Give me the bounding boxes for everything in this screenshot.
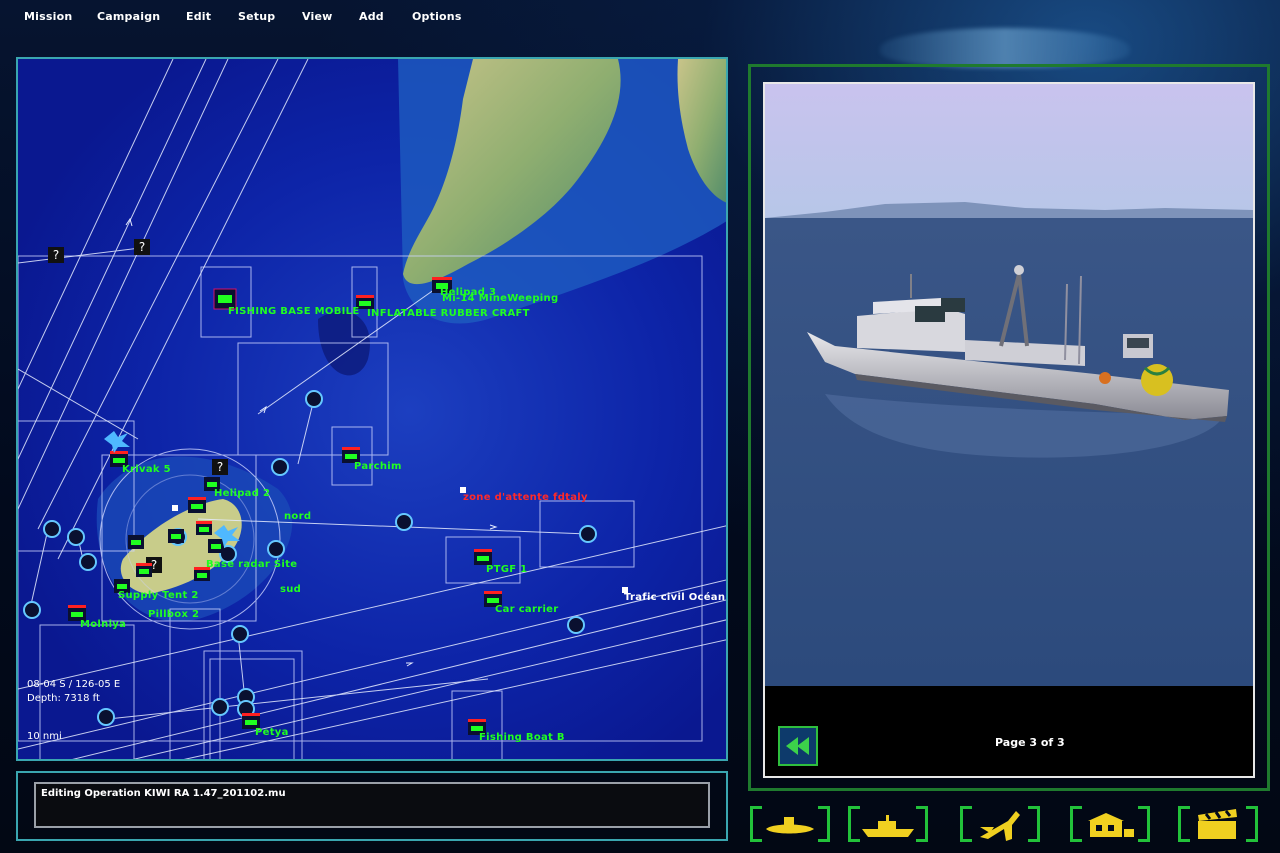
surface-ship-icon <box>862 815 914 837</box>
unit-label-helipad-2[interactable]: Helipad 2 <box>214 488 270 499</box>
unit-label-inflatable-rubber-craft[interactable]: INFLATABLE RUBBER CRAFT <box>367 308 530 319</box>
unit-label-nord[interactable]: nord <box>284 511 311 522</box>
unit-label-sud[interactable]: sud <box>280 584 301 595</box>
background-aircraft-art <box>880 28 1130 68</box>
menu-options[interactable]: Options <box>412 10 462 23</box>
bracket-left <box>848 806 860 842</box>
ship-render <box>765 84 1253 776</box>
unit-label-parchim[interactable]: Parchim <box>354 461 402 472</box>
menu-add[interactable]: Add <box>359 10 384 23</box>
map-canvas[interactable]: ? ? ? ? <box>18 59 728 761</box>
add-aircraft-button[interactable] <box>958 802 1042 848</box>
menu-bar: Mission Campaign Edit Setup View Add Opt… <box>0 0 1280 32</box>
menu-campaign[interactable]: Campaign <box>97 10 160 23</box>
rewind-icon <box>786 737 809 755</box>
game-editor-window: Mission Campaign Edit Setup View Add Opt… <box>0 0 1280 853</box>
bracket-left <box>750 806 762 842</box>
add-surface-ship-button[interactable] <box>846 802 930 848</box>
status-text: Editing Operation KIWI RA 1.47_201102.mu <box>41 788 286 799</box>
menu-edit[interactable]: Edit <box>186 10 211 23</box>
map-coordinates: 08-04 S / 126-05 E <box>27 679 121 690</box>
unit-label-fishing-base-mobile[interactable]: FISHING BASE MOBILE <box>228 306 359 317</box>
bracket-right <box>818 806 830 842</box>
unit-label-car-carrier[interactable]: Car carrier <box>495 604 558 615</box>
unit-label-pillbox-2[interactable]: Pillbox 2 <box>148 609 199 620</box>
add-land-unit-button[interactable] <box>1068 802 1152 848</box>
unit-label-supply-tent-2[interactable]: Supply Tent 2 <box>118 590 199 601</box>
unit-label-fishing-boat-b[interactable]: Fishing Boat B <box>479 732 565 743</box>
menu-setup[interactable]: Setup <box>238 10 275 23</box>
aircraft-icon <box>980 811 1020 841</box>
bracket-right <box>1138 806 1150 842</box>
bracket-right <box>1246 806 1258 842</box>
unit-label-molniya[interactable]: Molniya <box>80 619 126 630</box>
clapperboard-icon <box>1198 809 1237 839</box>
bracket-left <box>960 806 972 842</box>
mission-events-button[interactable] <box>1176 802 1260 848</box>
bracket-left <box>1178 806 1190 842</box>
zone-label-attente[interactable]: zone d'attente fdtaly <box>463 492 588 503</box>
menu-view[interactable]: View <box>302 10 333 23</box>
bracket-right <box>1028 806 1040 842</box>
unit-label-base-radar[interactable]: Base radar Site <box>206 559 297 570</box>
land-unit-icon <box>1088 813 1134 837</box>
map-depth: Depth: 7318 ft <box>27 693 100 704</box>
bracket-left <box>1070 806 1082 842</box>
route-label-trafic-civil[interactable]: Trafic civil Océan <box>624 592 725 603</box>
unit-label-mi14[interactable]: Mi-14 MineWeeping <box>442 293 558 304</box>
submarine-icon <box>766 817 814 834</box>
svg-text:?: ? <box>53 248 59 262</box>
unit-label-krivak-5[interactable]: Krivak 5 <box>122 464 171 475</box>
unit-preview <box>763 82 1255 778</box>
tactical-map[interactable]: ? ? ? ? Helipad 3 Mi-14 MineWeeping FISH… <box>16 57 728 761</box>
svg-text:?: ? <box>217 460 223 474</box>
menu-mission[interactable]: Mission <box>24 10 72 23</box>
page-indicator: Page 3 of 3 <box>995 736 1065 749</box>
map-scale: 10 nmi <box>27 731 62 742</box>
add-submarine-button[interactable] <box>748 802 832 848</box>
svg-text:?: ? <box>139 240 145 254</box>
previous-page-button[interactable] <box>778 726 818 766</box>
unit-label-ptgf-1[interactable]: PTGF 1 <box>486 564 527 575</box>
bracket-right <box>916 806 928 842</box>
unit-label-petya[interactable]: Petya <box>255 727 289 738</box>
